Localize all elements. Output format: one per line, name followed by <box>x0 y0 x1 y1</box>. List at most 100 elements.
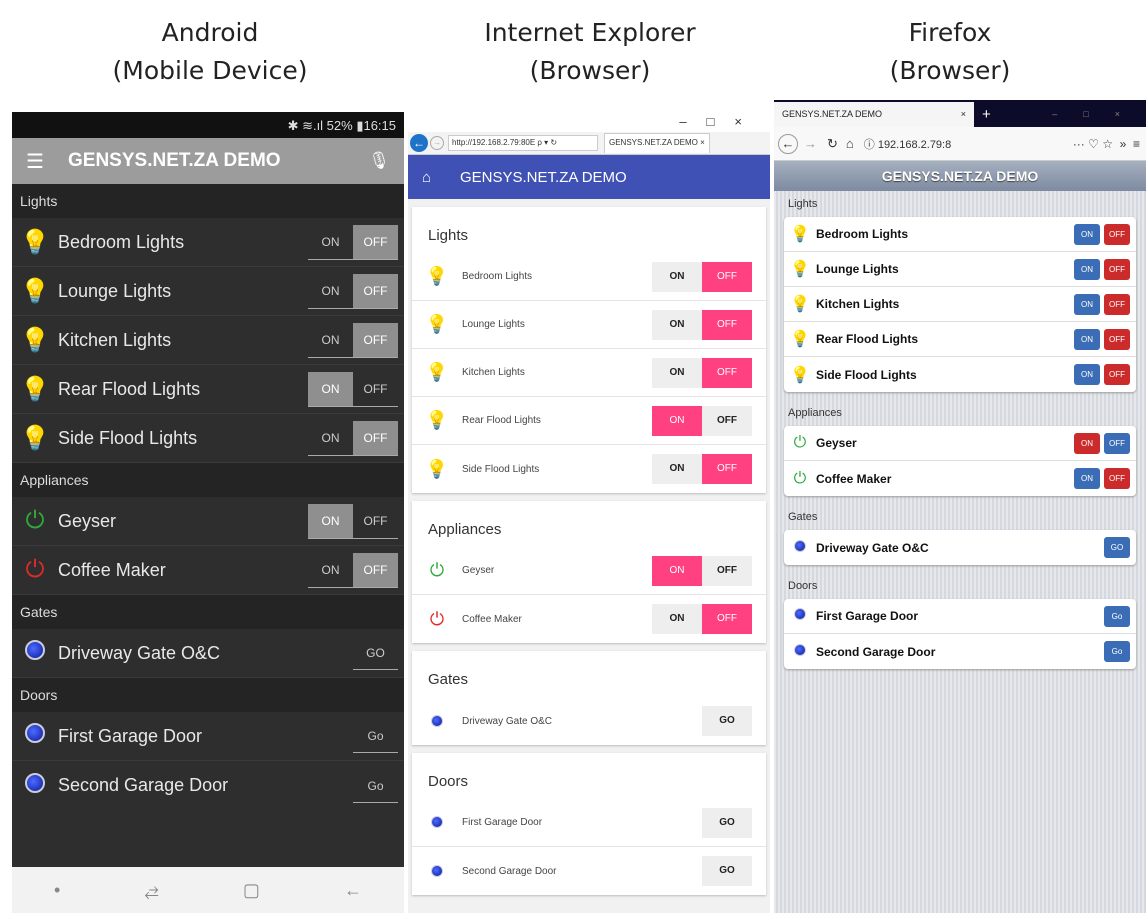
go-button[interactable]: GO <box>702 856 752 886</box>
off-button[interactable]: OFF <box>353 224 398 259</box>
section-gates: Gates <box>428 671 469 688</box>
browser-tab[interactable]: GENSYS.NET.ZA DEMO × <box>604 133 710 153</box>
off-button[interactable]: OFF <box>353 420 398 455</box>
off-button[interactable]: OFF <box>702 604 752 634</box>
back-icon[interactable]: ← <box>778 133 798 154</box>
off-button[interactable]: OFF <box>1104 293 1130 315</box>
off-button[interactable]: OFF <box>353 372 398 406</box>
on-off-toggle[interactable]: ON OFF <box>308 322 398 358</box>
on-button[interactable]: ON <box>1074 328 1100 350</box>
off-button[interactable]: OFF <box>1104 468 1130 489</box>
on-button[interactable]: ON <box>652 604 702 634</box>
list-item: 💡 Lounge Lights ON OFF <box>784 252 1136 287</box>
device-label: Kitchen Lights <box>462 367 525 378</box>
list-item: ⏻ Coffee Maker ON OFF <box>12 546 404 595</box>
off-button[interactable]: OFF <box>1104 432 1130 454</box>
off-button[interactable]: OFF <box>1104 258 1130 280</box>
on-button[interactable]: ON <box>1074 258 1100 280</box>
on-button[interactable]: ON <box>652 261 702 292</box>
app-bar: ⌂ GENSYS.NET.ZA DEMO <box>408 155 770 199</box>
off-button[interactable]: OFF <box>1104 223 1130 245</box>
forward-icon[interactable]: → <box>430 136 444 150</box>
status-dot-icon <box>412 812 462 833</box>
on-button[interactable]: ON <box>652 357 702 388</box>
gates-group: Driveway Gate O&C GO <box>784 530 1136 565</box>
off-button[interactable]: OFF <box>702 357 752 388</box>
browser-tab[interactable]: GENSYS.NET.ZA DEMO × <box>774 102 974 127</box>
list-item: First Garage Door GO <box>412 799 766 847</box>
off-button[interactable]: OFF <box>353 504 398 538</box>
go-button[interactable]: GO <box>1104 537 1130 558</box>
on-button[interactable]: ON <box>1074 293 1100 315</box>
on-button[interactable]: ON <box>308 421 353 455</box>
off-button[interactable]: OFF <box>353 552 398 587</box>
bulb-icon: 💡 <box>790 226 810 243</box>
device-label: Driveway Gate O&C <box>816 540 929 555</box>
on-button[interactable]: ON <box>1074 468 1100 489</box>
close-tab-icon[interactable]: × <box>961 102 966 127</box>
on-button[interactable]: ON <box>1074 364 1100 385</box>
window-controls[interactable]: –□× <box>1052 102 1146 127</box>
home-nav-icon[interactable]: ▢ <box>243 880 260 901</box>
on-off-toggle[interactable]: ON OFF <box>308 273 398 309</box>
go-button[interactable]: Go <box>1104 605 1130 627</box>
url-field[interactable]: ⓘ 192.168.2.79:8 <box>864 136 1073 152</box>
reload-icon[interactable]: ↻ <box>827 136 838 152</box>
on-button[interactable]: ON <box>1074 432 1100 454</box>
off-button[interactable]: OFF <box>702 309 752 340</box>
off-button[interactable]: OFF <box>702 454 752 484</box>
home-icon[interactable]: ⌂ <box>422 169 460 186</box>
off-button[interactable]: OFF <box>1104 328 1130 350</box>
list-item: 💡 Side Flood Lights ON OFF <box>12 414 404 463</box>
on-button[interactable]: ON <box>652 555 702 586</box>
go-button[interactable]: Go <box>1104 641 1130 662</box>
hamburger-icon[interactable]: ☰ <box>26 149 68 174</box>
on-button[interactable]: ON <box>652 454 702 484</box>
go-button[interactable]: GO <box>353 636 398 670</box>
on-off-toggle[interactable]: ON OFF <box>308 371 398 407</box>
go-button[interactable]: GO <box>702 706 752 736</box>
home-icon[interactable]: ⌂ <box>846 136 854 151</box>
microphone-icon[interactable]: 🎙 <box>368 151 390 171</box>
off-button[interactable]: OFF <box>353 273 398 308</box>
on-button[interactable]: ON <box>308 371 353 406</box>
recents-icon[interactable]: ⥄ <box>144 880 158 901</box>
on-off-toggle[interactable]: ON OFF <box>308 420 398 456</box>
back-icon[interactable]: ← <box>410 134 428 152</box>
go-button[interactable]: GO <box>702 807 752 838</box>
on-button[interactable]: ON <box>308 553 353 587</box>
off-button[interactable]: OFF <box>702 555 752 586</box>
on-off-toggle[interactable]: ON OFF <box>308 224 398 260</box>
device-label: Geyser <box>58 510 117 531</box>
on-button[interactable]: ON <box>1074 223 1100 245</box>
toolbar-menu-icons[interactable]: ··· ♡ ☆ » ≡ <box>1073 137 1146 151</box>
on-button[interactable]: ON <box>308 274 353 308</box>
dot-nav-icon[interactable]: • <box>54 880 60 901</box>
off-button[interactable]: OFF <box>702 405 752 436</box>
section-doors: Doors <box>12 678 404 712</box>
off-button[interactable]: OFF <box>1104 364 1130 385</box>
url-field[interactable]: http://192.168.2.79:80E ρ ▾ ↻ <box>448 135 598 151</box>
nav-toolbar: ← → ↻ ⌂ ⓘ 192.168.2.79:8 ··· ♡ ☆ » ≡ <box>774 127 1146 161</box>
on-button[interactable]: ON <box>308 323 353 357</box>
on-button[interactable]: ON <box>652 309 702 340</box>
on-button[interactable]: ON <box>308 503 353 538</box>
device-label: Side Flood Lights <box>58 427 198 448</box>
on-button[interactable]: ON <box>652 405 702 436</box>
window-controls[interactable]: –□× <box>408 112 770 132</box>
on-off-toggle[interactable]: ON OFF <box>308 552 398 588</box>
on-button[interactable]: ON <box>308 225 353 259</box>
device-label: Driveway Gate O&C <box>58 642 221 663</box>
off-button[interactable]: OFF <box>702 261 752 292</box>
off-button[interactable]: OFF <box>353 322 398 357</box>
go-button[interactable]: Go <box>353 719 398 753</box>
status-dot-icon <box>12 722 58 750</box>
on-off-toggle[interactable]: ON OFF <box>308 503 398 539</box>
status-dot-icon <box>12 639 58 667</box>
list-item: Driveway Gate O&C GO <box>12 629 404 678</box>
back-nav-icon[interactable]: ← <box>344 880 362 901</box>
new-tab-icon[interactable]: + <box>982 102 991 127</box>
list-item: 💡 Side Flood Lights ON OFF <box>412 445 766 493</box>
go-button[interactable]: Go <box>353 769 398 803</box>
forward-icon[interactable]: → <box>804 136 817 151</box>
